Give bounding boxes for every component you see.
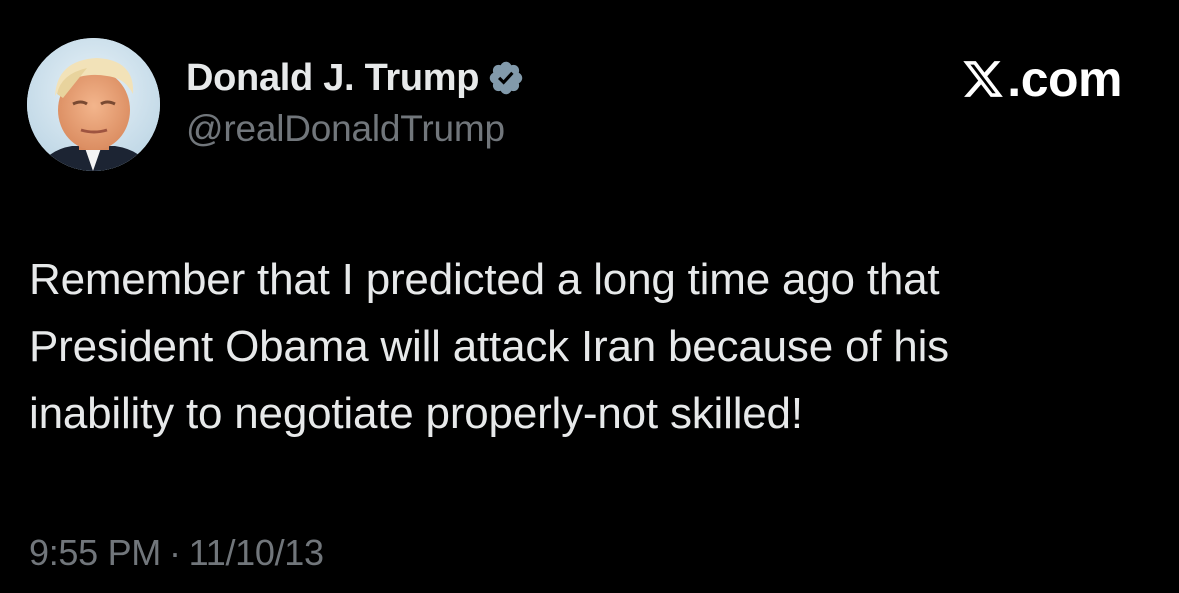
- brand-text: .com: [1007, 51, 1122, 107]
- brand-watermark: .com: [961, 50, 1122, 108]
- author-display-name[interactable]: Donald J. Trump: [186, 57, 480, 100]
- x-logo-icon: [963, 61, 1004, 97]
- tweet-card: Donald J. Trump @realDonaldTrump .com Re…: [0, 0, 1179, 593]
- author-handle[interactable]: @realDonaldTrump: [186, 108, 505, 150]
- avatar[interactable]: [27, 38, 160, 171]
- tweet-meta: 9:55 PM · 11/10/13: [29, 532, 324, 574]
- verified-badge-icon: [487, 59, 525, 97]
- author-name-row: Donald J. Trump: [186, 52, 525, 104]
- tweet-time[interactable]: 9:55 PM: [29, 532, 161, 573]
- tweet-text: Remember that I predicted a long time ag…: [29, 255, 949, 438]
- profile-photo: [27, 38, 160, 171]
- tweet-date[interactable]: 11/10/13: [189, 532, 324, 573]
- meta-separator: ·: [168, 532, 181, 573]
